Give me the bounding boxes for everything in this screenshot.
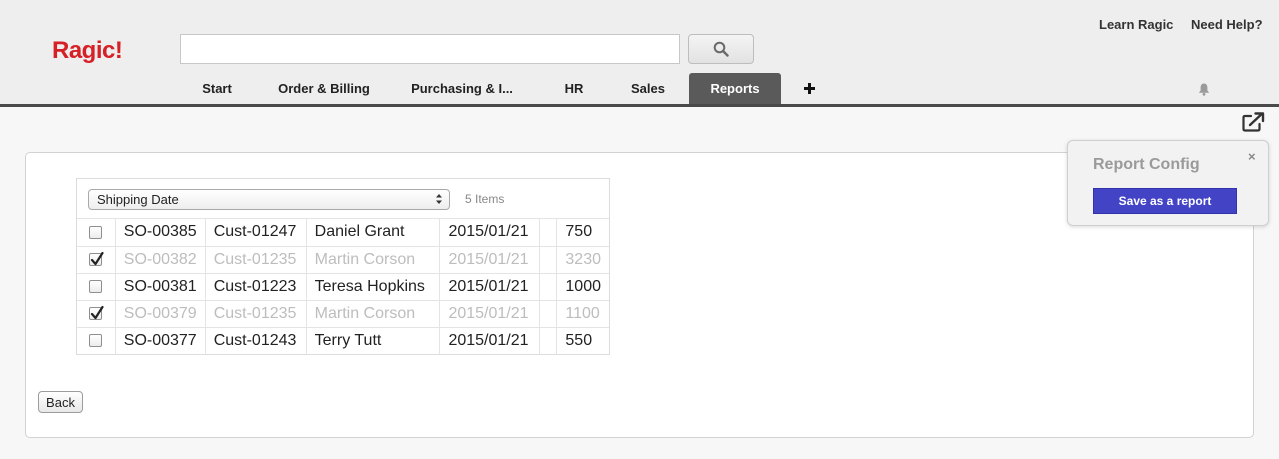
shipping-date-cell: 2015/01/21 — [439, 326, 540, 354]
report-config-title: Report Config — [1093, 156, 1200, 173]
table-row[interactable]: SO-00385 Cust-01247 Daniel Grant 2015/01/21… — [77, 219, 609, 246]
table-row[interactable]: SO-00377 Cust-01243 Terry Tutt 2015/01/21 55… — [77, 326, 609, 354]
ragic-logo[interactable]: Ragic! — [52, 37, 123, 65]
tab-start[interactable]: Start — [186, 73, 248, 104]
external-link-icon — [1242, 112, 1265, 132]
search-input[interactable] — [180, 34, 680, 64]
customer-id-cell: Cust-01243 — [204, 326, 307, 354]
row-checkbox-cell — [77, 272, 116, 300]
tab-hr[interactable]: HR — [556, 73, 592, 104]
empty-cell — [539, 219, 557, 246]
order-number-cell: SO-00382 — [114, 245, 206, 273]
customer-id-cell: Cust-01223 — [204, 272, 307, 300]
customer-name-cell: Terry Tutt — [305, 326, 440, 354]
customer-name-cell: Daniel Grant — [305, 219, 440, 246]
shipping-date-cell: 2015/01/21 — [439, 245, 540, 273]
tab-purchasing[interactable]: Purchasing & I... — [404, 73, 520, 104]
order-number-cell: SO-00379 — [114, 299, 206, 327]
items-count: 5 Items — [465, 192, 505, 206]
empty-cell — [539, 326, 557, 354]
order-number-cell: SO-00385 — [114, 219, 206, 246]
amount-cell: 750 — [556, 219, 609, 246]
row-checkbox-cell — [77, 299, 116, 327]
shipping-date-cell: 2015/01/21 — [439, 272, 540, 300]
check-icon — [91, 305, 104, 319]
customer-id-cell: Cust-01235 — [204, 299, 307, 327]
top-header: Ragic! Learn Ragic Need Help? Start Orde… — [0, 0, 1279, 107]
row-checkbox-cell — [77, 326, 116, 354]
save-as-report-button[interactable]: Save as a report — [1093, 188, 1237, 214]
row-checkbox[interactable] — [89, 334, 103, 348]
list-header: Shipping Date 5 Items — [77, 179, 609, 219]
tab-sales[interactable]: Sales — [623, 73, 673, 104]
search-button[interactable] — [688, 34, 754, 64]
row-checkbox[interactable] — [89, 251, 104, 266]
customer-name-cell: Martin Corson — [305, 245, 440, 273]
row-checkbox[interactable] — [89, 305, 104, 320]
check-icon — [91, 251, 104, 265]
open-external-button[interactable] — [1242, 112, 1266, 137]
empty-cell — [539, 272, 557, 300]
shipping-date-cell: 2015/01/21 — [439, 219, 540, 246]
table-row[interactable]: SO-00382 Cust-01235 Martin Corson 2015/01/2… — [77, 245, 609, 273]
row-checkbox-cell — [77, 245, 116, 273]
amount-cell: 1000 — [556, 272, 609, 300]
tab-order-billing[interactable]: Order & Billing — [270, 73, 378, 104]
need-help-link[interactable]: Need Help? — [1191, 17, 1263, 32]
customer-id-cell: Cust-01235 — [204, 245, 307, 273]
table-row[interactable]: SO-00381 Cust-01223 Teresa Hopkins 2015/01/… — [77, 272, 609, 300]
order-number-cell: SO-00381 — [114, 272, 206, 300]
report-config-popup: Report Config × Save as a report — [1067, 140, 1269, 226]
select-arrows-icon — [436, 194, 442, 204]
amount-cell: 3230 — [556, 245, 609, 273]
customer-name-cell: Martin Corson — [305, 299, 440, 327]
records-table: SO-00385 Cust-01247 Daniel Grant 2015/01/21… — [77, 219, 609, 354]
order-number-cell: SO-00377 — [114, 326, 206, 354]
close-icon[interactable]: × — [1248, 149, 1256, 164]
group-by-select[interactable]: Shipping Date — [88, 189, 450, 210]
back-button[interactable]: Back — [38, 391, 83, 413]
learn-ragic-link[interactable]: Learn Ragic — [1099, 17, 1173, 32]
empty-cell — [539, 245, 557, 273]
row-checkbox-cell — [77, 219, 115, 246]
table-row[interactable]: SO-00379 Cust-01235 Martin Corson 2015/01/2… — [77, 299, 609, 327]
grouped-record-list: Shipping Date 5 Items SO-00385 Cust-01247… — [76, 178, 610, 355]
empty-cell — [539, 299, 557, 327]
shipping-date-cell: 2015/01/21 — [439, 299, 540, 327]
search-icon — [713, 41, 729, 57]
add-tab-button[interactable] — [800, 76, 818, 100]
tab-reports[interactable]: Reports — [689, 73, 781, 104]
bell-icon — [1198, 83, 1210, 96]
amount-cell: 1100 — [556, 299, 609, 327]
notification-bell[interactable] — [1198, 83, 1210, 101]
row-checkbox[interactable] — [89, 279, 103, 293]
group-by-value: Shipping Date — [97, 192, 179, 207]
row-checkbox[interactable] — [89, 225, 103, 239]
customer-id-cell: Cust-01247 — [204, 219, 307, 246]
plus-icon — [803, 82, 815, 94]
customer-name-cell: Teresa Hopkins — [305, 272, 440, 300]
amount-cell: 550 — [556, 326, 609, 354]
